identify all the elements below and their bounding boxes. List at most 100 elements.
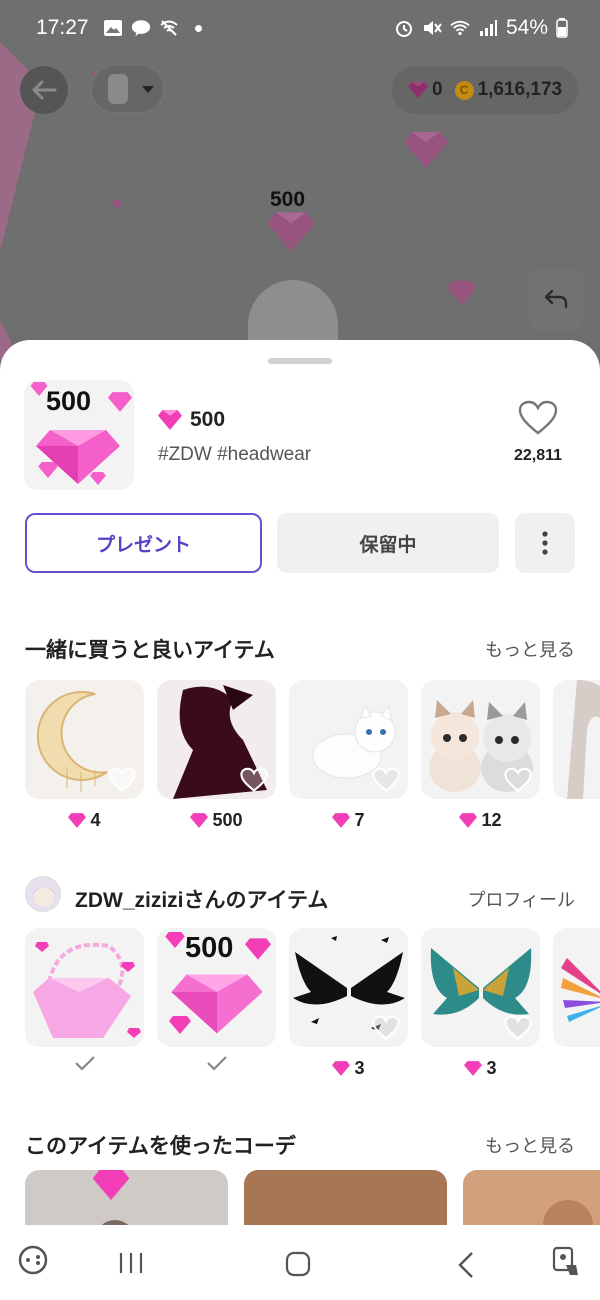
item-detail-sheet: 500 500 #ZDW #headwear 22,811 プレゼント 保留中 … xyxy=(0,340,600,1225)
hair-artwork xyxy=(567,680,600,799)
gem-decoration xyxy=(447,280,477,306)
gem-decoration xyxy=(404,132,448,168)
floating-price-label: 500 xyxy=(270,188,306,211)
undo-button[interactable] xyxy=(528,268,584,330)
thumbnail-label: 500 xyxy=(185,932,234,964)
signal-icon xyxy=(479,20,497,36)
coin-count: 1,616,173 xyxy=(477,79,563,100)
gem-icon xyxy=(408,82,428,98)
hold-button[interactable]: 保留中 xyxy=(277,513,499,573)
heart-icon[interactable] xyxy=(504,1015,532,1041)
gem-icon xyxy=(332,1060,351,1076)
gem-decoration xyxy=(112,200,122,209)
item-price: 12 xyxy=(421,809,540,831)
avatar-head xyxy=(543,1200,593,1225)
item-card[interactable]: 3 xyxy=(421,928,540,1079)
undo-icon xyxy=(544,289,568,309)
gem-icon xyxy=(190,812,209,828)
item-card[interactable]: 12 xyxy=(421,680,540,831)
section-title-coordinates: このアイテムを使ったコーデ xyxy=(25,1135,296,1158)
item-card[interactable] xyxy=(25,928,144,1079)
check-icon xyxy=(74,1056,95,1071)
creator-items-list: 500 3 3 xyxy=(25,928,600,1079)
gem-artwork xyxy=(169,1016,191,1034)
item-price xyxy=(553,809,600,831)
item-image xyxy=(25,928,144,1047)
game-launcher-button[interactable] xyxy=(18,1245,48,1280)
gem-artwork xyxy=(92,1170,130,1200)
item-card[interactable]: 500 xyxy=(157,928,276,1079)
coordinate-card[interactable] xyxy=(244,1170,447,1225)
notification-dot xyxy=(194,24,202,32)
profile-link[interactable]: プロフィール xyxy=(467,886,575,912)
item-image xyxy=(553,928,600,1047)
wifi-off-icon xyxy=(159,20,178,36)
mute-icon xyxy=(423,21,442,35)
heart-icon[interactable] xyxy=(240,767,268,793)
gem-artwork xyxy=(108,392,132,412)
gem-icon xyxy=(464,1060,483,1076)
game-controller-icon xyxy=(18,1245,48,1275)
sheet-drag-handle[interactable] xyxy=(268,358,332,364)
like-button[interactable]: 22,811 xyxy=(500,400,576,465)
see-more-link[interactable]: もっと見る xyxy=(485,636,575,662)
heart-icon[interactable] xyxy=(108,767,136,793)
item-card[interactable] xyxy=(553,928,600,1079)
item-card[interactable]: 3 xyxy=(289,928,408,1079)
item-card[interactable]: 7 xyxy=(289,680,408,831)
item-tags[interactable]: #ZDW #headwear xyxy=(158,444,311,466)
thumbnail-label: 500 xyxy=(46,386,92,416)
gem-icon xyxy=(158,410,182,430)
battery-icon xyxy=(556,18,568,38)
arrow-left-icon xyxy=(32,80,57,100)
avatar-thumbnail xyxy=(108,74,128,104)
avatar-artwork xyxy=(32,887,56,907)
item-card[interactable] xyxy=(553,680,600,831)
item-card[interactable]: 4 xyxy=(25,680,144,831)
avatar-selector[interactable] xyxy=(90,64,165,114)
item-price-value: 3 xyxy=(354,1057,365,1078)
home-button[interactable] xyxy=(285,1251,311,1282)
more-options-button[interactable] xyxy=(515,513,575,573)
owned-check xyxy=(25,1055,144,1079)
item-price: 3 xyxy=(421,1057,540,1079)
item-image xyxy=(25,680,144,799)
item-image xyxy=(157,680,276,799)
like-count: 22,811 xyxy=(513,447,563,464)
item-price-value: 7 xyxy=(354,809,365,830)
wifi-icon xyxy=(450,20,470,36)
present-button[interactable]: プレゼント xyxy=(25,513,262,573)
system-nav-bar xyxy=(0,1225,600,1300)
line-app-icon xyxy=(131,20,150,37)
back-button[interactable] xyxy=(20,66,68,114)
coordinate-card[interactable] xyxy=(463,1170,600,1225)
heart-icon xyxy=(518,400,558,435)
heart-icon[interactable] xyxy=(504,767,532,793)
see-more-link[interactable]: もっと見る xyxy=(485,1132,575,1158)
item-image xyxy=(421,680,540,799)
item-thumbnail: 500 xyxy=(24,380,134,490)
item-image xyxy=(289,680,408,799)
heart-icon[interactable] xyxy=(372,1015,400,1041)
item-price-value: 3 xyxy=(486,1057,497,1078)
coordinate-card[interactable] xyxy=(25,1170,228,1225)
item-price-value: 12 xyxy=(481,809,502,830)
more-vertical-icon xyxy=(542,531,548,555)
accessibility-button[interactable] xyxy=(550,1245,582,1282)
heart-icon[interactable] xyxy=(372,767,400,793)
gem-bag-artwork xyxy=(33,942,141,1038)
status-time: 17:27 xyxy=(36,16,89,39)
back-nav-button[interactable] xyxy=(456,1251,476,1284)
recent-apps-icon xyxy=(119,1253,143,1273)
creator-avatar[interactable] xyxy=(25,876,61,912)
gem-artwork xyxy=(245,938,271,960)
chevron-left-icon xyxy=(458,1252,473,1278)
recent-apps-button[interactable] xyxy=(118,1251,144,1280)
item-price: 3 xyxy=(289,1057,408,1079)
currency-balance[interactable]: 0 C 1,616,173 xyxy=(392,66,578,114)
item-card[interactable]: 500 xyxy=(157,680,276,831)
item-price xyxy=(553,1057,600,1079)
status-bar: 17:27 54% xyxy=(0,0,600,56)
item-image xyxy=(421,928,540,1047)
recommended-items-list: 4 500 7 12 xyxy=(25,680,600,831)
